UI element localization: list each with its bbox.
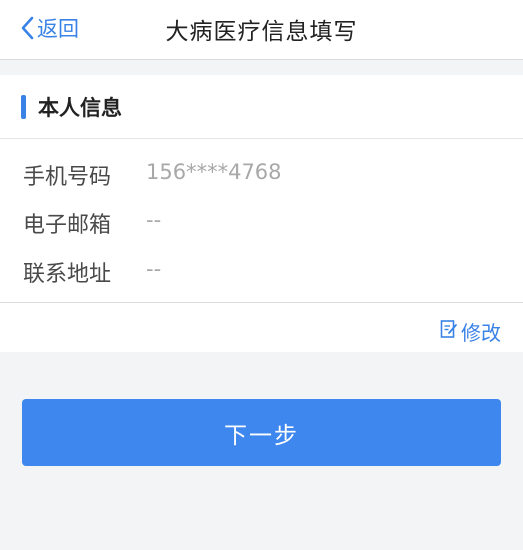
- page-title: 大病医疗信息填写: [165, 19, 358, 45]
- nav-bar: 返回 大病医疗信息填写: [0, 0, 523, 60]
- edit-label: 修改: [461, 320, 501, 345]
- field-value: --: [146, 208, 162, 232]
- next-step-button[interactable]: 下一步: [22, 399, 501, 466]
- field-row-address: 联系地址 --: [0, 256, 523, 296]
- field-value: --: [146, 257, 162, 281]
- divider: [0, 302, 523, 303]
- field-row-email: 电子邮箱 --: [0, 207, 523, 247]
- section-title: 本人信息: [38, 96, 122, 120]
- section-header: 本人信息: [0, 75, 523, 139]
- field-label: 联系地址: [23, 262, 112, 287]
- edit-button[interactable]: 修改: [440, 317, 501, 345]
- section-accent-bar: [21, 95, 26, 119]
- info-card: 本人信息 手机号码 156****4768 电子邮箱 -- 联系地址 -- 修改: [0, 75, 523, 352]
- field-row-phone: 手机号码 156****4768: [0, 159, 523, 199]
- field-label: 手机号码: [23, 165, 112, 190]
- edit-icon: [440, 319, 458, 343]
- field-label: 电子邮箱: [23, 213, 112, 238]
- field-value: 156****4768: [146, 160, 282, 184]
